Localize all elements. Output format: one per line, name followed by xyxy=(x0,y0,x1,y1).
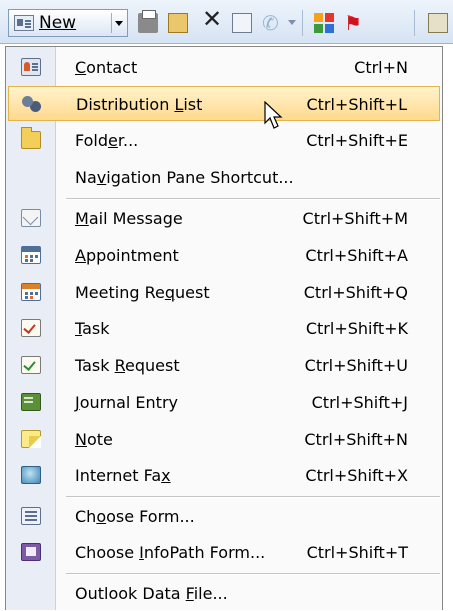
menu-item-shortcut: Ctrl+Shift+U xyxy=(304,356,408,375)
standard-toolbar: New ✕ ✆ ⚑ xyxy=(0,0,453,44)
menu-item-label: Folder... xyxy=(75,131,139,150)
menu-item-choose-form[interactable]: Choose Form... xyxy=(8,499,440,534)
address-book-icon[interactable] xyxy=(232,13,252,33)
folder-icon xyxy=(21,127,41,149)
menu-item-label: Meeting Request xyxy=(75,283,210,302)
menu-item-label: Distribution List xyxy=(76,95,203,114)
menu-item-shortcut: Ctrl+Shift+N xyxy=(304,430,408,449)
menu-item-shortcut: Ctrl+Shift+E xyxy=(306,131,408,150)
note-icon xyxy=(21,430,41,448)
menu-item-contact[interactable]: Contact Ctrl+N xyxy=(8,50,440,85)
categorize-icon[interactable] xyxy=(314,13,334,33)
menu-item-journal-entry[interactable]: Journal Entry Ctrl+Shift+J xyxy=(8,385,440,420)
menu-item-appointment[interactable]: Appointment Ctrl+Shift+A xyxy=(8,238,440,273)
menu-item-task[interactable]: Task Ctrl+Shift+K xyxy=(8,311,440,346)
internet-fax-icon xyxy=(21,466,41,484)
menu-separator xyxy=(66,573,440,575)
menu-item-shortcut: Ctrl+Shift+A xyxy=(305,246,408,265)
move-to-folder-icon[interactable] xyxy=(168,13,188,33)
menu-item-internet-fax[interactable]: Internet Fax Ctrl+Shift+X xyxy=(8,458,440,493)
menu-item-shortcut: Ctrl+Shift+K xyxy=(305,319,408,338)
contact-card-icon xyxy=(21,58,41,76)
new-contact-icon xyxy=(14,15,34,31)
toolbar-separator xyxy=(302,10,303,36)
menu-item-task-request[interactable]: Task Request Ctrl+Shift+U xyxy=(8,348,440,383)
print-icon[interactable] xyxy=(138,10,158,33)
menu-item-label: Mail Message xyxy=(75,209,183,228)
journal-entry-icon xyxy=(21,393,41,411)
phone-icon[interactable]: ✆ xyxy=(262,13,282,33)
menu-item-shortcut: Ctrl+N xyxy=(354,58,408,77)
mail-message-icon xyxy=(21,209,41,227)
book-icon[interactable] xyxy=(428,13,448,33)
menu-item-shortcut: Ctrl+Shift+J xyxy=(311,393,408,412)
phone-dropdown-icon[interactable] xyxy=(288,20,296,25)
delete-icon[interactable]: ✕ xyxy=(202,7,222,31)
menu-item-label: Internet Fax xyxy=(75,466,171,485)
meeting-request-icon xyxy=(21,283,41,301)
menu-item-shortcut: Ctrl+Shift+T xyxy=(306,543,408,562)
menu-item-choose-infopath-form[interactable]: Choose InfoPath Form... Ctrl+Shift+T xyxy=(8,535,440,570)
menu-item-meeting-request[interactable]: Meeting Request Ctrl+Shift+Q xyxy=(8,275,440,310)
menu-item-shortcut: Ctrl+Shift+M xyxy=(302,209,408,228)
new-button-label: New xyxy=(39,13,77,33)
menu-item-label: Choose Form... xyxy=(75,507,195,526)
menu-item-shortcut: Ctrl+Shift+L xyxy=(306,95,407,114)
follow-up-flag-icon[interactable]: ⚑ xyxy=(344,13,364,33)
menu-item-navigation-pane-shortcut[interactable]: Navigation Pane Shortcut... xyxy=(8,160,440,195)
menu-item-distribution-list[interactable]: Distribution List Ctrl+Shift+L xyxy=(8,86,440,121)
menu-item-label: Choose InfoPath Form... xyxy=(75,543,266,562)
menu-item-label: Navigation Pane Shortcut... xyxy=(75,168,294,187)
choose-form-icon xyxy=(21,507,41,525)
task-request-icon xyxy=(21,356,41,374)
menu-item-outlook-data-file[interactable]: Outlook Data File... xyxy=(8,576,440,611)
menu-item-label: Journal Entry xyxy=(75,393,178,412)
mouse-pointer-icon xyxy=(264,101,283,129)
menu-item-label: Note xyxy=(75,430,113,449)
menu-separator xyxy=(66,496,440,498)
toolbar-separator xyxy=(414,10,415,36)
menu-item-label: Appointment xyxy=(75,246,179,265)
menu-item-label: Contact xyxy=(75,58,138,77)
appointment-calendar-icon xyxy=(21,246,41,264)
new-button[interactable]: New xyxy=(8,9,128,37)
menu-separator xyxy=(66,198,440,200)
menu-item-label: Outlook Data File... xyxy=(75,584,228,603)
task-icon xyxy=(21,319,41,337)
menu-item-folder[interactable]: Folder... Ctrl+Shift+E xyxy=(8,123,440,158)
menu-item-mail-message[interactable]: Mail Message Ctrl+Shift+M xyxy=(8,201,440,236)
menu-item-shortcut: Ctrl+Shift+Q xyxy=(303,283,408,302)
infopath-form-icon xyxy=(21,543,41,561)
new-item-menu: Contact Ctrl+N Distribution List Ctrl+Sh… xyxy=(5,46,443,610)
new-dropdown-arrow-icon[interactable] xyxy=(111,13,126,33)
distribution-list-icon xyxy=(22,95,42,113)
menu-item-label: Task xyxy=(75,319,110,338)
menu-item-shortcut: Ctrl+Shift+X xyxy=(305,466,408,485)
menu-item-note[interactable]: Note Ctrl+Shift+N xyxy=(8,422,440,457)
menu-item-label: Task Request xyxy=(75,356,180,375)
